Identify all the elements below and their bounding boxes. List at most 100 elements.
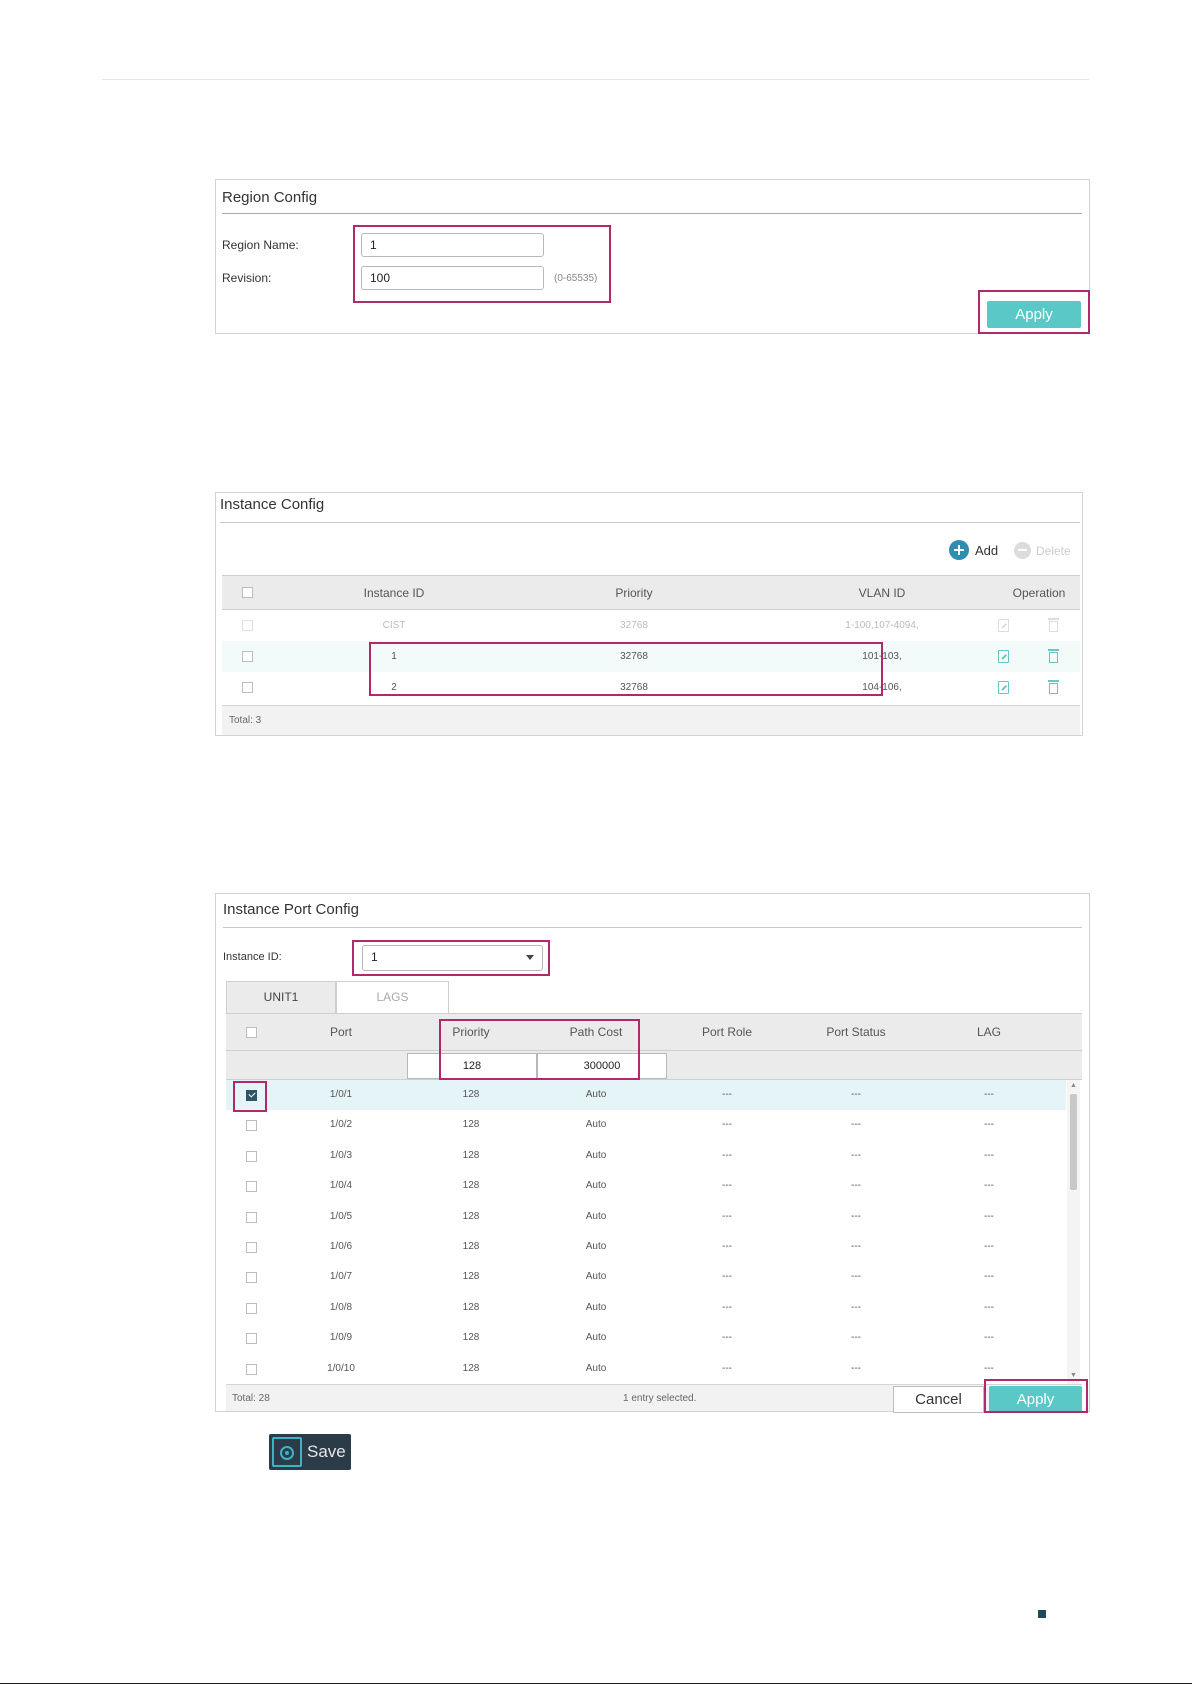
row-lag: --- [984,1241,994,1252]
add-icon[interactable] [949,540,969,560]
table-row[interactable]: 1/0/7 128 Auto --- --- --- [226,1262,1066,1292]
cancel-button[interactable]: Cancel [893,1386,984,1413]
header-divider [102,79,1089,80]
row-checkbox[interactable] [242,651,253,662]
save-button[interactable]: Save [269,1434,351,1470]
row-lag: --- [984,1180,994,1192]
table-row[interactable]: 1/0/4 128 Auto --- --- --- [226,1171,1066,1201]
edit-icon[interactable] [998,681,1009,694]
table-row[interactable]: 1/0/2 128 Auto --- --- --- [226,1110,1066,1140]
save-gear-icon [272,1437,302,1467]
table-row[interactable]: 1 32768 101-103, [222,641,1080,672]
row-priority: 32768 [620,620,648,631]
instance-total: Total: 3 [229,715,262,726]
scroll-up-icon[interactable]: ▲ [1070,1082,1077,1089]
row-port: 1/0/10 [327,1362,355,1374]
row-priority: 128 [462,1332,480,1344]
region-config-title: Region Config [222,189,318,206]
table-row[interactable]: 1/0/9 128 Auto --- --- --- [226,1323,1066,1353]
row-port-role: --- [722,1210,732,1222]
table-row[interactable]: 1/0/3 128 Auto --- --- --- [226,1141,1066,1171]
column-vlan-id: VLAN ID [858,585,906,600]
row-checkbox[interactable] [246,1272,257,1284]
row-port-status: --- [851,1149,861,1161]
row-priority: 128 [462,1210,480,1222]
tab-unit1[interactable]: UNIT1 [226,981,336,1013]
row-checkbox[interactable] [246,1090,257,1101]
row-port-role: --- [722,1089,732,1100]
select-all-checkbox[interactable] [242,587,253,598]
row-port-status: --- [851,1089,861,1100]
column-operation: Operation [1012,585,1066,600]
row-port-role: --- [722,1119,732,1131]
trash-icon[interactable] [1048,649,1059,663]
delete-icon [1014,542,1031,559]
row-checkbox [242,620,253,631]
row-lag: --- [984,1271,994,1283]
scrollbar-thumb[interactable] [1070,1094,1077,1190]
row-checkbox[interactable] [246,1211,257,1223]
table-row[interactable]: 2 32768 104-106, [222,672,1080,703]
table-row[interactable]: 1/0/5 128 Auto --- --- --- [226,1202,1066,1232]
row-port-status: --- [851,1271,861,1283]
region-apply-button[interactable]: Apply [987,301,1081,328]
batch-path-cost-input[interactable]: 300000 [537,1053,667,1079]
row-port-role: --- [722,1362,732,1374]
row-port-role: --- [722,1149,732,1161]
edit-icon [998,619,1009,632]
instance-id-select[interactable]: 1 [362,945,543,971]
row-checkbox[interactable] [242,682,253,693]
row-priority: 32768 [620,651,648,662]
scrollbar[interactable]: ▲ ▼ [1067,1080,1080,1384]
row-port-role: --- [722,1332,732,1344]
port-total: Total: 28 [232,1393,270,1404]
table-row[interactable]: 1/0/1 128 Auto --- --- --- [226,1080,1066,1111]
row-path-cost: Auto [585,1271,607,1283]
table-row[interactable]: 1/0/6 128 Auto --- --- --- [226,1232,1066,1262]
row-path-cost: Auto [585,1241,607,1252]
column-instance-id: Instance ID [363,585,425,600]
delete-button: Delete [1036,544,1071,558]
column-port: Port [329,1025,353,1039]
revision-label: Revision: [222,271,272,285]
row-port-role: --- [722,1180,732,1192]
edit-icon[interactable] [998,650,1009,663]
row-checkbox[interactable] [246,1181,257,1193]
region-name-label: Region Name: [222,238,299,252]
row-priority: 128 [462,1301,480,1313]
row-checkbox[interactable] [246,1302,257,1314]
column-priority: Priority [452,1025,490,1039]
row-path-cost: Auto [585,1210,607,1222]
region-name-input[interactable]: 1 [361,233,544,257]
trash-icon[interactable] [1048,680,1059,694]
row-path-cost: Auto [585,1180,607,1192]
instance-id-label: Instance ID: [223,951,282,963]
select-all-checkbox[interactable] [246,1027,257,1038]
row-path-cost: Auto [585,1149,607,1161]
row-port-role: --- [722,1241,732,1252]
row-priority: 128 [462,1089,480,1100]
port-apply-button[interactable]: Apply [989,1386,1082,1413]
row-checkbox[interactable] [246,1150,257,1162]
table-row[interactable]: 1/0/8 128 Auto --- --- --- [226,1293,1066,1323]
row-checkbox[interactable] [246,1333,257,1345]
row-path-cost: Auto [585,1119,607,1131]
instance-table-footer: Total: 3 [222,705,1080,735]
table-row[interactable]: 1/0/10 128 Auto --- --- --- [226,1354,1066,1384]
scroll-down-icon[interactable]: ▼ [1070,1372,1077,1379]
row-port-role: --- [722,1301,732,1313]
revision-input[interactable]: 100 [361,266,544,290]
row-checkbox[interactable] [246,1120,257,1132]
row-path-cost: Auto [585,1301,607,1313]
row-checkbox[interactable] [246,1363,257,1375]
row-lag: --- [984,1362,994,1374]
row-checkbox[interactable] [246,1242,257,1253]
row-priority: 128 [462,1119,480,1131]
tab-lags[interactable]: LAGS [336,981,449,1013]
row-lag: --- [984,1119,994,1131]
save-label: Save [307,1442,346,1461]
add-button[interactable]: Add [975,543,998,558]
table-row[interactable]: CIST 32768 1-100,107-4094, [222,610,1080,641]
batch-priority-input[interactable]: 128 [407,1053,537,1079]
row-priority: 32768 [620,682,648,693]
